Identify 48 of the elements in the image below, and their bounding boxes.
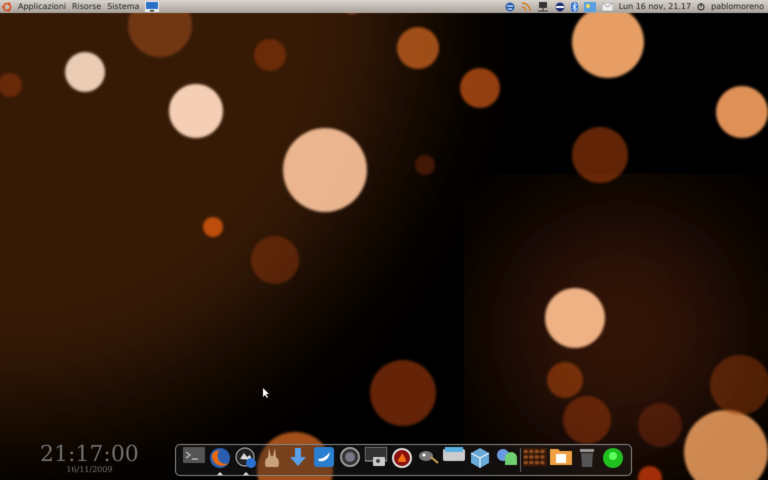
bokeh-circle: [251, 236, 299, 284]
chat-ghosts-icon[interactable]: [494, 447, 517, 467]
bokeh-circle: [545, 288, 605, 348]
dock-separator: [520, 448, 521, 472]
ubuntu-logo-icon[interactable]: [2, 2, 12, 12]
camera-screen-icon[interactable]: [364, 447, 387, 467]
date-time-text[interactable]: Lun 16 nov, 21.17: [618, 2, 692, 11]
fox-globe-icon[interactable]: [208, 447, 231, 469]
bokeh-circle: [716, 86, 768, 138]
orb-icon[interactable]: [602, 447, 624, 469]
dock-item[interactable]: [208, 445, 232, 475]
running-indicator: [242, 472, 249, 475]
username-text[interactable]: pablomoreno: [711, 2, 764, 11]
cube-icon[interactable]: [470, 447, 490, 469]
bokeh-circle: [397, 27, 439, 69]
clock-time: 21:17:00: [40, 444, 139, 466]
bird-icon[interactable]: [314, 447, 334, 467]
bokeh-circle: [460, 68, 500, 108]
bokeh-circle: [65, 52, 105, 92]
bokeh-circle: [638, 403, 682, 447]
monitor-icon[interactable]: [145, 1, 160, 12]
menu-item[interactable]: Sistema: [107, 2, 140, 11]
bokeh-circle: [563, 396, 611, 444]
speaker-icon[interactable]: [340, 447, 360, 467]
menu-item[interactable]: Applicazioni: [18, 2, 66, 11]
flame-icon[interactable]: [390, 447, 413, 469]
running-indicator: [216, 472, 223, 475]
bokeh-circle: [370, 360, 436, 426]
menu-item[interactable]: Risorse: [72, 2, 102, 11]
bokeh-circle: [572, 127, 628, 183]
bokeh-circle: [547, 362, 583, 398]
dock-item[interactable]: [234, 445, 258, 475]
mouse-cursor-icon: [263, 388, 270, 398]
bokeh-circle: [415, 155, 435, 175]
bluetooth-icon[interactable]: [570, 2, 578, 12]
network-icon[interactable]: [536, 2, 549, 12]
scanner-icon[interactable]: [442, 447, 465, 461]
bokeh-circle: [254, 39, 286, 71]
bokeh-circle: [203, 217, 223, 237]
power-icon[interactable]: [697, 2, 706, 10]
terminal-icon[interactable]: [182, 447, 205, 463]
envelope-icon[interactable]: [602, 2, 613, 10]
badge-icon[interactable]: [554, 2, 565, 12]
trash-icon[interactable]: [580, 447, 594, 467]
clock-date: 16/11/2009: [66, 466, 112, 474]
folder-icon[interactable]: [550, 447, 572, 465]
bokeh-circle: [169, 84, 223, 138]
rabbit-icon[interactable]: [262, 447, 281, 469]
